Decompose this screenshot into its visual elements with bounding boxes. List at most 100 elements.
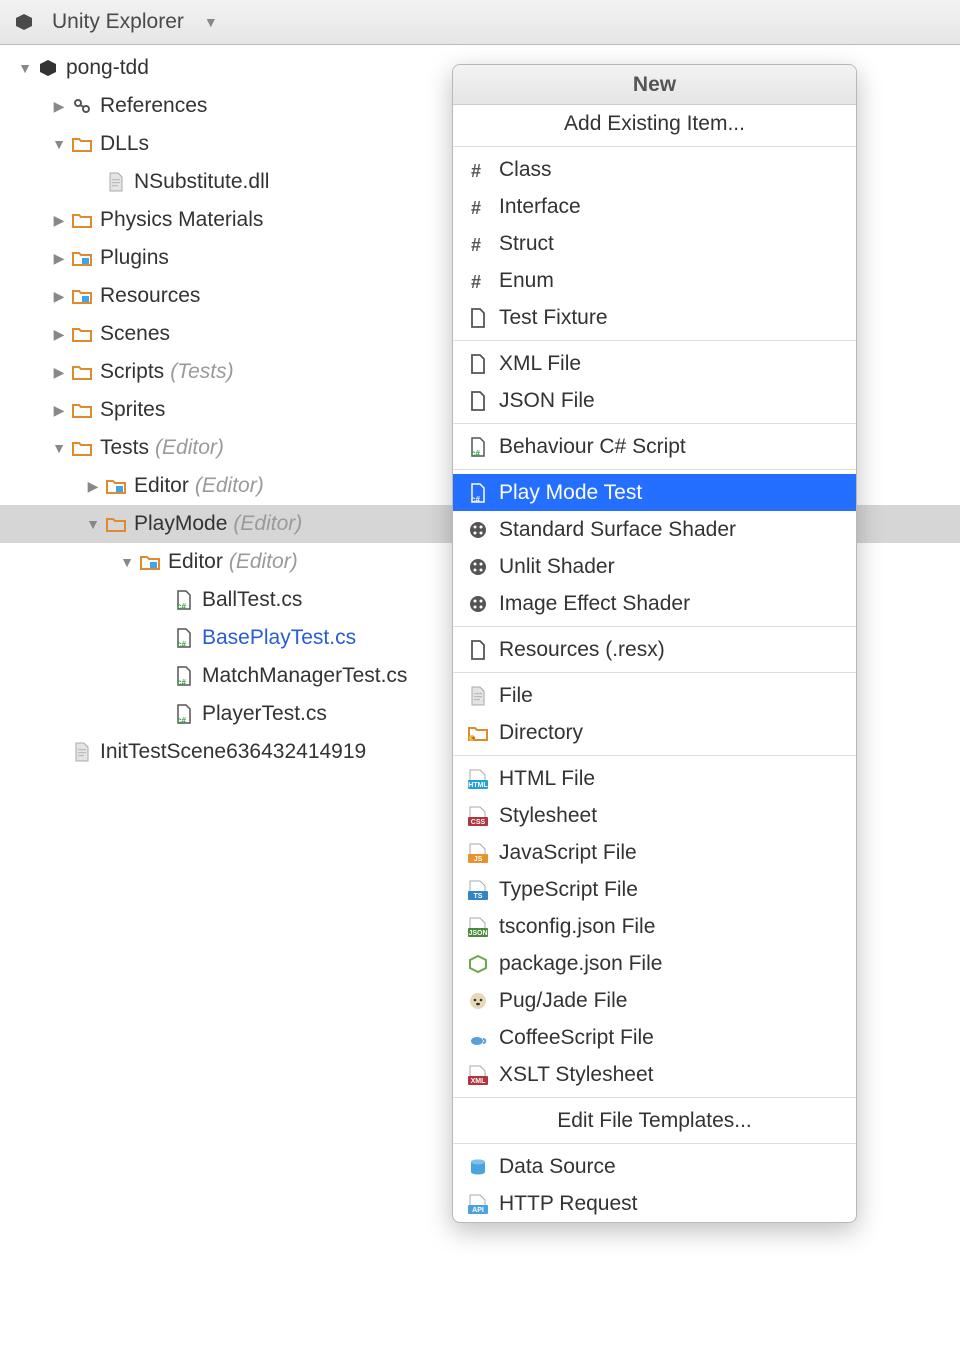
menu-item-label: CoffeeScript File (499, 1026, 654, 1050)
folder-blue-icon (104, 477, 128, 495)
svg-text:c#: c# (177, 716, 186, 724)
tree-item-suffix: (Editor) (195, 474, 264, 498)
folder-icon (70, 439, 94, 457)
menu-item[interactable]: CoffeeScript File (453, 1019, 856, 1056)
menu-item[interactable]: Pug/Jade File (453, 982, 856, 1019)
db-icon (467, 1157, 489, 1177)
menu-item[interactable]: HTMLHTML File (453, 760, 856, 797)
tree-item-label: Plugins (100, 246, 169, 270)
menu-item-label: Class (499, 158, 552, 182)
menu-item[interactable]: XML File (453, 345, 856, 382)
disclosure-icon[interactable]: ▶ (48, 98, 70, 115)
tree-item-label: Scenes (100, 322, 170, 346)
disclosure-icon[interactable]: ▶ (48, 288, 70, 305)
tree-item-label: pong-tdd (66, 56, 149, 80)
menu-separator (453, 146, 856, 147)
menu-item[interactable]: File (453, 677, 856, 714)
menu-item-label: XML File (499, 352, 581, 376)
js-icon: JS (467, 843, 489, 863)
toolbar-title: Unity Explorer (52, 10, 184, 34)
menu-item[interactable]: Add Existing Item... (453, 105, 856, 142)
disclosure-icon[interactable]: ▶ (48, 402, 70, 419)
disclosure-icon[interactable]: ▶ (48, 250, 70, 267)
folder-blue-icon (70, 287, 94, 305)
menu-item[interactable]: # Enum (453, 262, 856, 299)
tree-item-suffix: (Editor) (155, 436, 224, 460)
disclosure-icon[interactable]: ▶ (48, 326, 70, 343)
cs-icon: c# (172, 704, 196, 724)
menu-item[interactable]: c#Play Mode Test (453, 474, 856, 511)
menu-item[interactable]: ✶Directory (453, 714, 856, 751)
menu-item-label: HTTP Request (499, 1192, 638, 1216)
tree-item-label: DLLs (100, 132, 149, 156)
disclosure-icon[interactable]: ▼ (82, 516, 104, 532)
menu-item-label: File (499, 684, 533, 708)
menu-item[interactable]: Resources (.resx) (453, 631, 856, 668)
menu-separator (453, 340, 856, 341)
refs-icon (70, 96, 94, 116)
menu-separator (453, 755, 856, 756)
shader-icon (467, 520, 489, 540)
menu-item[interactable]: Data Source (453, 1148, 856, 1185)
folder-icon (70, 211, 94, 229)
disclosure-icon[interactable]: ▼ (48, 136, 70, 152)
folder-blue-icon (70, 249, 94, 267)
menu-item[interactable]: #Interface (453, 188, 856, 225)
file-gray-icon (104, 172, 128, 192)
menu-item[interactable]: TSTypeScript File (453, 871, 856, 908)
svg-text:JSON: JSON (468, 930, 487, 937)
xml-icon: XML (467, 1065, 489, 1085)
dropdown-icon[interactable]: ▼ (204, 14, 218, 30)
folder-icon (70, 135, 94, 153)
svg-text:#: # (471, 198, 481, 217)
svg-text:c#: c# (177, 678, 186, 686)
menu-item[interactable]: #Struct (453, 225, 856, 262)
svg-text:#: # (471, 235, 481, 254)
hash-icon: # (467, 197, 489, 217)
menu-item[interactable]: Unlit Shader (453, 548, 856, 585)
menu-item[interactable]: Edit File Templates... (453, 1102, 856, 1139)
coffee-icon (467, 1028, 489, 1048)
menu-separator (453, 672, 856, 673)
menu-item[interactable]: API HTTP Request (453, 1185, 856, 1222)
menu-item-label: Enum (499, 269, 554, 293)
hash-icon: # (467, 271, 489, 291)
svg-text:c#: c# (471, 495, 480, 503)
tree-item-label: Sprites (100, 398, 165, 422)
folder-blue-icon (138, 553, 162, 571)
disclosure-icon[interactable]: ▶ (82, 478, 104, 495)
menu-separator (453, 1097, 856, 1098)
disclosure-icon[interactable]: ▶ (48, 364, 70, 381)
menu-item[interactable]: XMLXSLT Stylesheet (453, 1056, 856, 1093)
menu-item[interactable]: Standard Surface Shader (453, 511, 856, 548)
svg-text:c#: c# (177, 640, 186, 648)
menu-item[interactable]: c#Behaviour C# Script (453, 428, 856, 465)
cs-icon: c# (172, 628, 196, 648)
hash-icon: # (467, 234, 489, 254)
tree-item-label: Editor (168, 550, 223, 574)
api-icon: API (467, 1194, 489, 1214)
menu-item-label: Behaviour C# Script (499, 435, 686, 459)
tree-item-label: InitTestScene636432414919 (100, 740, 366, 764)
svg-text:JS: JS (474, 856, 483, 863)
cs-icon: c# (467, 483, 489, 503)
menu-item[interactable]: package.json File (453, 945, 856, 982)
doc-icon (467, 640, 489, 660)
menu-item[interactable]: CSSStylesheet (453, 797, 856, 834)
disclosure-icon[interactable]: ▼ (48, 440, 70, 456)
menu-item-label: package.json File (499, 952, 662, 976)
disclosure-icon[interactable]: ▶ (48, 212, 70, 229)
node-icon (467, 954, 489, 974)
menu-item[interactable]: JSON tsconfig.json File (453, 908, 856, 945)
menu-item[interactable]: Image Effect Shader (453, 585, 856, 622)
menu-item-label: tsconfig.json File (499, 915, 655, 939)
cs-icon: c# (172, 590, 196, 610)
disclosure-icon[interactable]: ▼ (14, 60, 36, 76)
menu-item[interactable]: Test Fixture (453, 299, 856, 336)
disclosure-icon[interactable]: ▼ (116, 554, 138, 570)
menu-item[interactable]: JS JavaScript File (453, 834, 856, 871)
menu-item[interactable]: JSON File (453, 382, 856, 419)
menu-item-label: JavaScript File (499, 841, 637, 865)
tree-item-label: PlayerTest.cs (202, 702, 327, 726)
menu-item[interactable]: #Class (453, 151, 856, 188)
